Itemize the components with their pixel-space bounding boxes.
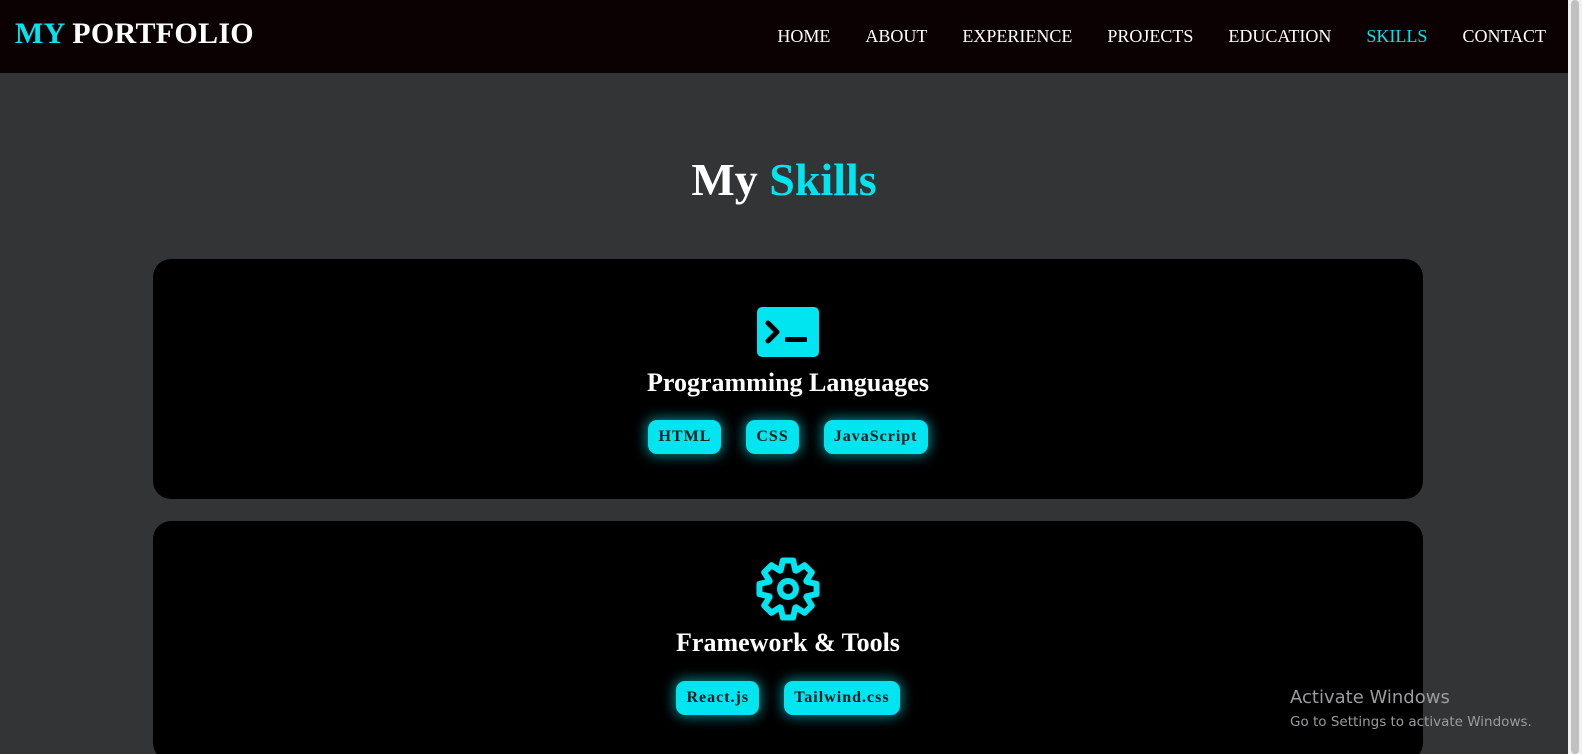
skill-card-programming-languages: Programming Languages HTML CSS JavaScrip…: [153, 259, 1423, 499]
skill-card-framework-tools: Framework & Tools React.js Tailwind.css: [153, 521, 1423, 754]
skill-tag-javascript[interactable]: JavaScript: [823, 420, 928, 454]
skill-tag-reactjs[interactable]: React.js: [676, 681, 760, 715]
logo[interactable]: MY PORTFOLIO: [15, 16, 254, 52]
logo-accent: MY: [15, 17, 65, 50]
skill-tag-css[interactable]: CSS: [746, 420, 799, 454]
nav-link-education[interactable]: EDUCATION: [1228, 24, 1331, 48]
nav-link-contact[interactable]: CONTACT: [1462, 24, 1546, 48]
section-title-prefix: My: [691, 154, 770, 205]
watermark-title: Activate Windows: [1290, 687, 1450, 708]
skill-tags: HTML CSS JavaScript: [153, 420, 1423, 454]
terminal-icon: [757, 307, 819, 357]
gear-icon-hub: [777, 578, 799, 600]
nav-link-experience[interactable]: EXPERIENCE: [962, 24, 1072, 48]
navbar: MY PORTFOLIO HOME ABOUT EXPERIENCE PROJE…: [0, 0, 1568, 73]
scrollbar-thumb[interactable]: [1571, 0, 1579, 754]
page-scrollbar[interactable]: [1568, 0, 1582, 754]
nav-link-home[interactable]: HOME: [777, 24, 830, 48]
activate-windows-watermark: Activate Windows Go to Settings to activ…: [1290, 686, 1532, 732]
skill-tags: React.js Tailwind.css: [153, 681, 1423, 715]
card-title: Framework & Tools: [676, 628, 900, 657]
skill-tag-tailwindcss[interactable]: Tailwind.css: [784, 681, 900, 715]
logo-text: PORTFOLIO: [64, 17, 254, 50]
gear-icon: [756, 557, 820, 621]
nav-link-about[interactable]: ABOUT: [865, 24, 927, 48]
card-title: Programming Languages: [647, 368, 929, 397]
skill-tag-html[interactable]: HTML: [648, 420, 722, 454]
nav-links: HOME ABOUT EXPERIENCE PROJECTS EDUCATION…: [777, 24, 1546, 48]
watermark-subtitle: Go to Settings to activate Windows.: [1290, 714, 1532, 730]
gear-icon-body: [756, 557, 820, 621]
nav-link-skills[interactable]: SKILLS: [1366, 24, 1427, 48]
section-title: My Skills: [0, 152, 1568, 208]
section-title-accent: Skills: [769, 154, 877, 205]
nav-link-projects[interactable]: PROJECTS: [1107, 24, 1193, 48]
